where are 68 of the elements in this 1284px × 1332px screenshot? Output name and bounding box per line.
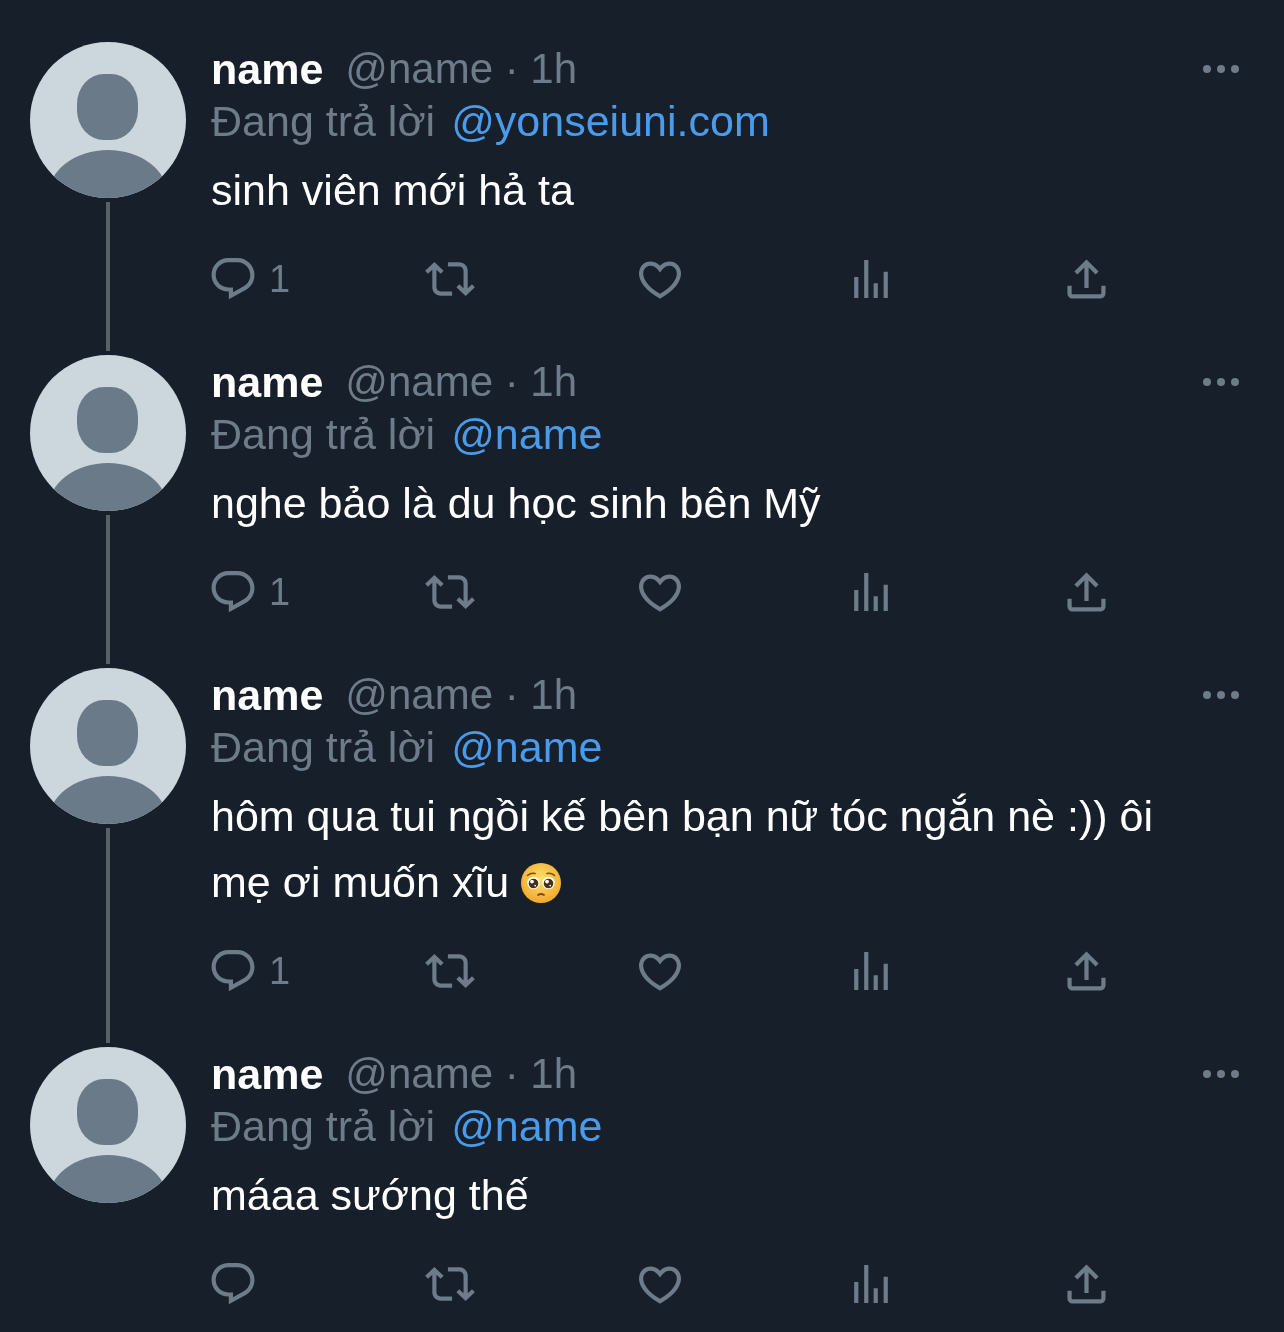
more-icon[interactable] — [1203, 378, 1239, 386]
repost-button[interactable] — [425, 574, 475, 610]
like-button[interactable] — [639, 1264, 681, 1304]
upload-arrow-icon — [1067, 572, 1106, 612]
tweet-text: nghe bảo là du học sinh bên Mỹ — [211, 479, 821, 527]
speech-bubble-icon — [211, 570, 255, 614]
upload-arrow-icon — [1067, 1264, 1106, 1304]
speech-bubble-icon — [211, 949, 255, 993]
avatar-icon — [30, 42, 186, 198]
views-button[interactable] — [853, 572, 889, 612]
handle-timestamp: @name · 1h — [345, 670, 578, 720]
reply-button[interactable] — [211, 1262, 255, 1306]
loop-arrows-icon — [425, 953, 475, 989]
like-button[interactable] — [639, 951, 681, 991]
heart-icon — [639, 1264, 681, 1304]
more-icon[interactable] — [1203, 65, 1239, 73]
heart-icon — [639, 259, 681, 299]
loop-arrows-icon — [425, 574, 475, 610]
display-name: name — [211, 44, 324, 95]
heart-icon — [639, 951, 681, 991]
bar-chart-icon — [853, 572, 889, 612]
heart-icon — [639, 572, 681, 612]
upload-arrow-icon — [1067, 951, 1106, 991]
like-button[interactable] — [639, 572, 681, 612]
repost-button[interactable] — [425, 1266, 475, 1302]
bar-chart-icon — [853, 1264, 889, 1304]
reply-button[interactable]: 1 — [211, 570, 291, 614]
handle-timestamp: @name · 1h — [345, 357, 578, 407]
like-button[interactable] — [639, 259, 681, 299]
upload-arrow-icon — [1067, 259, 1106, 299]
speech-bubble-icon — [211, 1262, 255, 1306]
repost-button[interactable] — [425, 261, 475, 297]
views-button[interactable] — [853, 259, 889, 299]
avatar-icon — [30, 668, 186, 824]
share-button[interactable] — [1067, 259, 1106, 299]
reply-button[interactable]: 1 — [211, 949, 291, 993]
share-button[interactable] — [1067, 1264, 1106, 1304]
reply-button[interactable]: 1 — [211, 257, 291, 301]
avatar-icon — [30, 355, 186, 511]
more-icon[interactable] — [1203, 1070, 1239, 1078]
bar-chart-icon — [853, 259, 889, 299]
mention-link[interactable]: @yonseiuni.com — [451, 95, 770, 147]
tweet-text: hôm qua tui ngồi kế bên bạn nữ tóc ngắn nè :)) ôi mẹ ơi muốn xĩu — [211, 792, 1153, 906]
avatar-icon — [30, 1047, 186, 1203]
loop-arrows-icon — [425, 1266, 475, 1302]
share-button[interactable] — [1067, 951, 1106, 991]
repost-button[interactable] — [425, 953, 475, 989]
reply-context-text: Đang trả lời — [211, 722, 436, 773]
loop-arrows-icon — [425, 261, 475, 297]
more-icon[interactable] — [1203, 691, 1239, 699]
mention-link[interactable]: @name — [451, 1100, 603, 1152]
share-button[interactable] — [1067, 572, 1106, 612]
speech-bubble-icon — [211, 257, 255, 301]
handle-timestamp: @name · 1h — [345, 44, 578, 94]
reply-context-text: Đang trả lời — [211, 96, 436, 147]
bar-chart-icon — [853, 951, 889, 991]
mention-link[interactable]: @name — [451, 721, 603, 773]
mention-link[interactable]: @name — [451, 408, 603, 460]
tweet-text: sinh viên mới hả ta — [211, 166, 574, 214]
display-name: name — [211, 1049, 324, 1100]
handle-timestamp: @name · 1h — [345, 1049, 578, 1099]
tweet-text: máaa sướng thế — [211, 1171, 529, 1219]
display-name: name — [211, 357, 324, 408]
views-button[interactable] — [853, 951, 889, 991]
reply-context-text: Đang trả lời — [211, 1101, 436, 1152]
reply-context-text: Đang trả lời — [211, 409, 436, 460]
views-button[interactable] — [853, 1264, 889, 1304]
display-name: name — [211, 670, 324, 721]
